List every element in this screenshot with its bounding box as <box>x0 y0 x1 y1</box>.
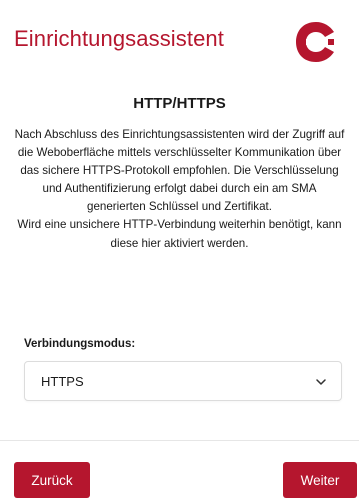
footer-divider <box>0 440 359 441</box>
description: Nach Abschluss des Einrichtungsassistent… <box>12 126 347 253</box>
header: Einrichtungsassistent <box>0 0 359 70</box>
sma-logo-icon <box>296 22 334 62</box>
connection-mode-value: HTTPS <box>41 374 84 389</box>
description-paragraph: Wird eine unsichere HTTP-Verbindung weit… <box>17 218 342 250</box>
description-paragraph: Nach Abschluss des Einrichtungsassistent… <box>14 128 345 214</box>
app-title: Einrichtungsassistent <box>14 26 224 51</box>
back-button[interactable]: Zurück <box>14 462 90 498</box>
chevron-down-icon <box>316 379 326 385</box>
connection-mode-label: Verbindungsmodus: <box>24 338 136 350</box>
section-title: HTTP/HTTPS <box>133 95 226 112</box>
next-button[interactable]: Weiter <box>283 462 357 498</box>
connection-mode-select[interactable]: HTTPS <box>24 361 342 401</box>
